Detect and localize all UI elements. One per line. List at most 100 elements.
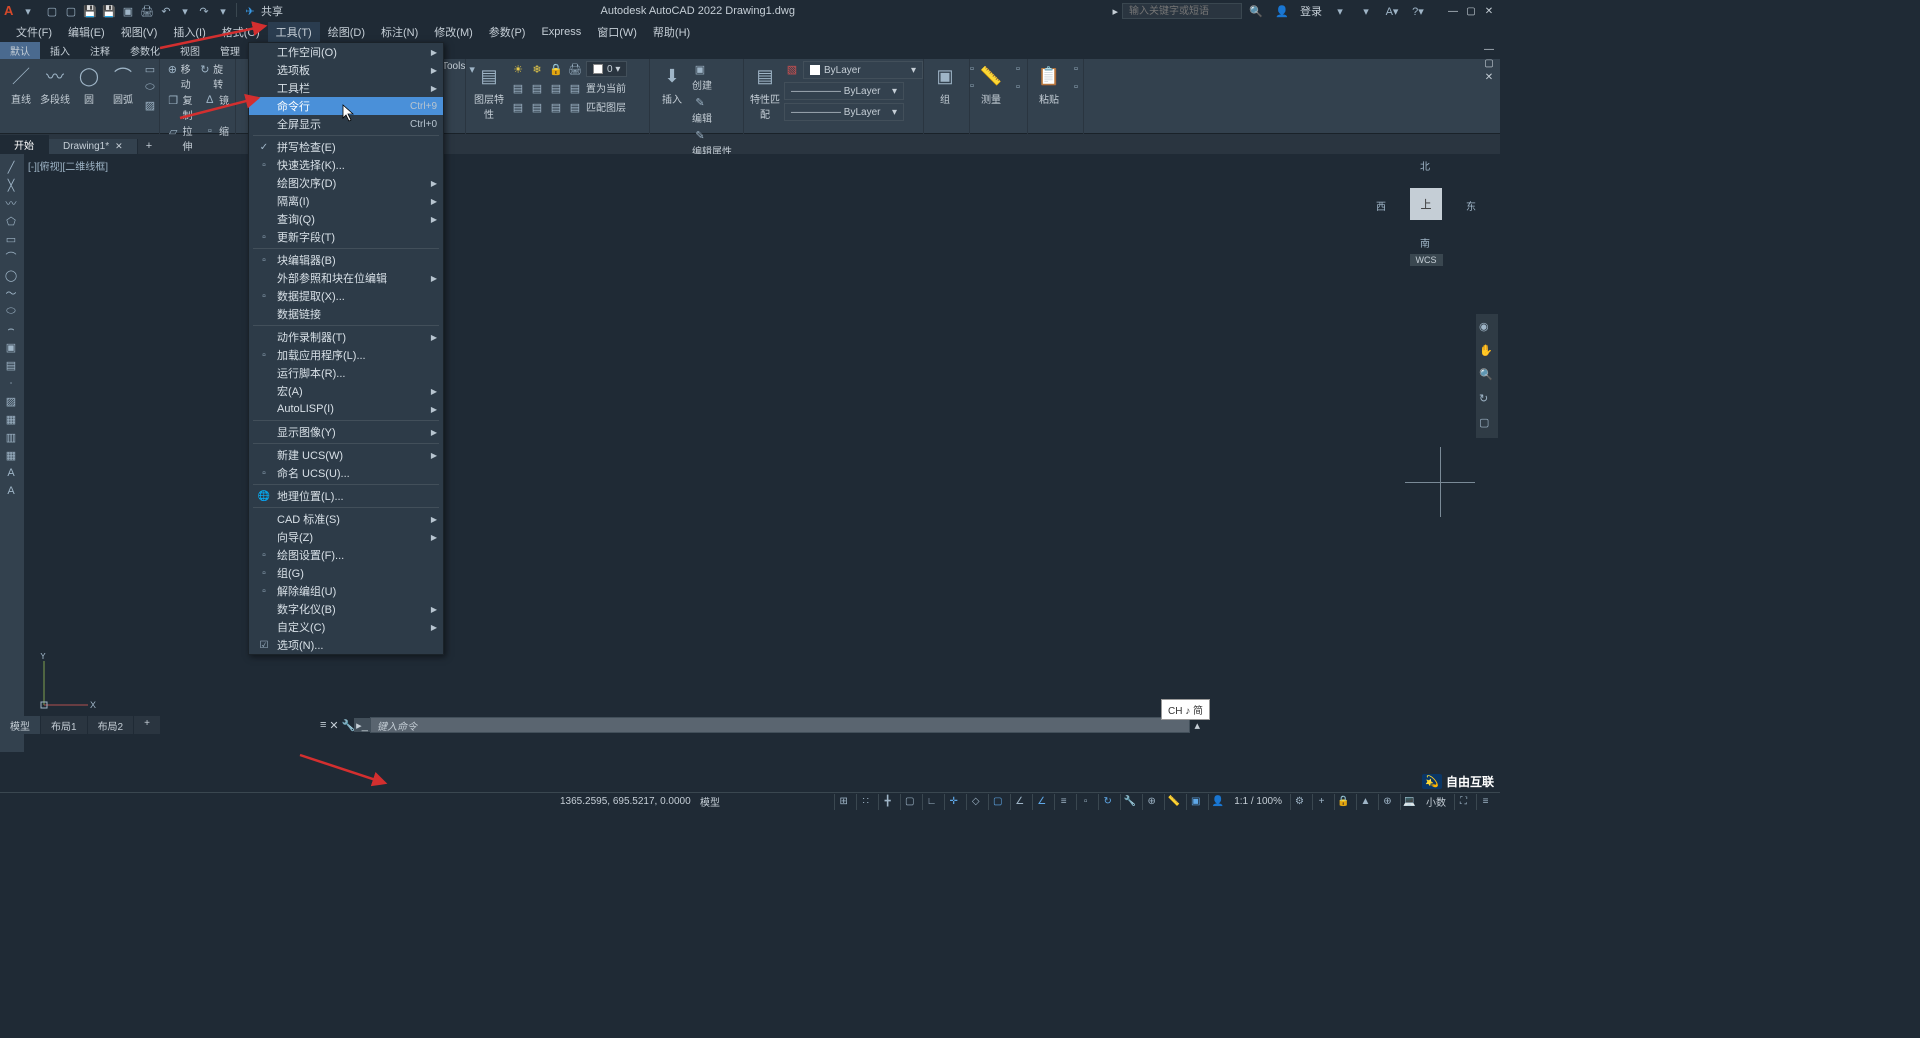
dd-item-6[interactable]: ✓拼写检查(E) [249, 138, 443, 156]
maximize-icon[interactable]: ▢ [1464, 4, 1478, 18]
tp-mtext-icon[interactable]: A [0, 482, 22, 500]
layer-misc7-icon[interactable]: ▤ [548, 99, 564, 115]
tp-arc-icon[interactable]: ⌒ [0, 248, 22, 266]
minimize-icon[interactable]: — [1446, 4, 1460, 18]
dd-item-8[interactable]: 绘图次序(D)▶ [249, 174, 443, 192]
hatch-icon[interactable]: ▨ [142, 97, 158, 113]
drawing-area[interactable]: [-][俯视][二维线框] ╱ ╳ 〰 ⬠ ▭ ⌒ ◯ 〜 ⬭ ⌢ ▣ ▤ ∙ … [0, 154, 1500, 752]
dd-item-15[interactable]: ▫数据提取(X)... [249, 287, 443, 305]
layout-tab-2[interactable]: 布局2 [88, 716, 135, 734]
dd-item-10[interactable]: 查询(Q)▶ [249, 210, 443, 228]
block-edit[interactable]: ✎编辑 [692, 94, 737, 125]
tp-insert-icon[interactable]: ▣ [0, 338, 22, 356]
cmdline-handle[interactable]: ≡✕🔧 [320, 719, 354, 732]
layout-tab-1[interactable]: 布局1 [41, 716, 88, 734]
tp-pline-icon[interactable]: 〰 [0, 194, 22, 212]
sb-3dosnap-icon[interactable]: ∠ [1010, 794, 1028, 810]
nav-showmotion-icon[interactable]: ▢ [1479, 416, 1495, 432]
dd-item-11[interactable]: ▫更新字段(T) [249, 228, 443, 246]
cmdline-expand-icon[interactable]: ▴ [1194, 719, 1200, 732]
menu-10[interactable]: Express [533, 24, 589, 40]
doc-max-icon[interactable]: ▢ [1482, 56, 1496, 70]
tp-line-icon[interactable]: ╱ [0, 158, 22, 176]
dd-item-7[interactable]: ▫快速选择(K)... [249, 156, 443, 174]
layer-misc8-icon[interactable]: ▤ [567, 99, 583, 115]
tp-hatch-icon[interactable]: ▨ [0, 392, 22, 410]
sb-annoscale-icon[interactable]: 👤 [1208, 794, 1226, 810]
sb-ann-icon[interactable]: ▲ [1356, 794, 1374, 810]
layer-lock-icon[interactable]: 🔒 [548, 61, 564, 77]
tp-xline-icon[interactable]: ╳ [0, 176, 22, 194]
dd-item-20[interactable]: 运行脚本(R)... [249, 364, 443, 382]
dd-item-31[interactable]: CAD 标准(S)▶ [249, 510, 443, 528]
cart-icon[interactable]: ▾ [1358, 3, 1374, 19]
clip-misc2-icon[interactable]: ▫ [1068, 79, 1084, 95]
dd-item-35[interactable]: ▫解除编组(U) [249, 582, 443, 600]
vc-south[interactable]: 南 [1420, 235, 1430, 250]
move-icon[interactable]: ⊕ [166, 61, 179, 77]
filetab-drawing[interactable]: Drawing1*✕ [49, 139, 138, 154]
sb-annmon-icon[interactable]: ⊕ [1142, 794, 1160, 810]
sb-scale[interactable]: 1:1 / 100% [1230, 796, 1286, 807]
tool-paste[interactable]: 📋粘贴 [1034, 61, 1064, 106]
qat-dropdown-icon[interactable]: ▾ [20, 3, 36, 19]
dd-item-16[interactable]: 数据链接 [249, 305, 443, 323]
sb-hw-icon[interactable]: 💻 [1400, 794, 1418, 810]
autodesk-icon[interactable]: A▾ [1384, 3, 1400, 19]
layer-match[interactable]: 匹配图层 [586, 99, 626, 115]
filetab-close-icon[interactable]: ✕ [115, 141, 123, 152]
tool-measure[interactable]: 📏测量 [976, 61, 1006, 106]
sb-units-icon[interactable]: 📏 [1164, 794, 1182, 810]
menu-7[interactable]: 标注(N) [373, 22, 426, 42]
status-model[interactable]: 模型 [700, 794, 720, 809]
dd-item-1[interactable]: 选项板▶ [249, 61, 443, 79]
login-label[interactable]: 登录 [1300, 3, 1322, 19]
sb-osnap-icon[interactable]: ▢ [988, 794, 1006, 810]
util-misc1-icon[interactable]: ▫ [1010, 61, 1026, 77]
vc-north[interactable]: 北 [1420, 158, 1430, 173]
viewport-label[interactable]: [-][俯视][二维线框] [28, 158, 108, 173]
color-icon[interactable]: ▧ [784, 61, 800, 77]
tp-circle-icon[interactable]: ◯ [0, 266, 22, 284]
layer-misc6-icon[interactable]: ▤ [529, 99, 545, 115]
dd-item-14[interactable]: 外部参照和块在位编辑▶ [249, 269, 443, 287]
ribbon-tab-2[interactable]: 注释 [80, 42, 120, 59]
sb-otrack-icon[interactable]: ∠ [1032, 794, 1050, 810]
sb-selcycle-icon[interactable]: ↻ [1098, 794, 1116, 810]
dd-item-19[interactable]: ▫加载应用程序(L)... [249, 346, 443, 364]
tool-group[interactable]: ▣组 [930, 61, 960, 106]
dd-item-26[interactable]: 新建 UCS(W)▶ [249, 446, 443, 464]
sb-dyn-icon[interactable]: ▢ [900, 794, 918, 810]
viewcube[interactable]: 北 南 东 西 上 WCS [1376, 162, 1476, 302]
dd-item-32[interactable]: 向导(Z)▶ [249, 528, 443, 546]
sb-decimal[interactable]: 小数 [1422, 794, 1450, 809]
sb-ws-icon[interactable]: ⊕ [1378, 794, 1396, 810]
sb-customize-icon[interactable]: ≡ [1476, 794, 1494, 810]
tool-circle[interactable]: ◯圆 [74, 61, 104, 106]
tp-gradient-icon[interactable]: ▦ [0, 410, 22, 428]
stretch-icon[interactable]: ▱ [166, 123, 180, 139]
ribbon-tab-1[interactable]: 插入 [40, 42, 80, 59]
layout-add[interactable]: + [134, 716, 161, 734]
dd-item-29[interactable]: 🌐地理位置(L)... [249, 487, 443, 505]
nav-orbit-icon[interactable]: ↻ [1479, 392, 1495, 408]
tp-ellipse-icon[interactable]: ⬭ [0, 302, 22, 320]
dd-item-37[interactable]: 自定义(C)▶ [249, 618, 443, 636]
color-dropdown[interactable]: ByLayer▾ [803, 61, 923, 79]
tool-layer-props[interactable]: ▤图层特性 [472, 61, 506, 121]
tp-rect-icon[interactable]: ▭ [0, 230, 22, 248]
sb-ortho-icon[interactable]: ∟ [922, 794, 940, 810]
scale-icon[interactable]: ▫ [203, 123, 217, 139]
menu-9[interactable]: 参数(P) [481, 22, 534, 42]
filetab-add[interactable]: + [138, 138, 160, 154]
doc-close-icon[interactable]: ✕ [1482, 70, 1496, 84]
vc-east[interactable]: 东 [1466, 198, 1476, 213]
help-arrow-icon[interactable]: ▸ [1112, 5, 1118, 18]
layer-freeze-icon[interactable]: ❄ [529, 61, 545, 77]
tool-polyline[interactable]: 〰多段线 [40, 61, 70, 106]
vc-cube-face[interactable]: 上 [1410, 188, 1442, 220]
nav-zoom-icon[interactable]: 🔍 [1479, 368, 1495, 384]
layer-print-icon[interactable]: 🖨 [567, 61, 583, 77]
sb-lock-icon[interactable]: 🔒 [1334, 794, 1352, 810]
tp-region-icon[interactable]: ▥ [0, 428, 22, 446]
